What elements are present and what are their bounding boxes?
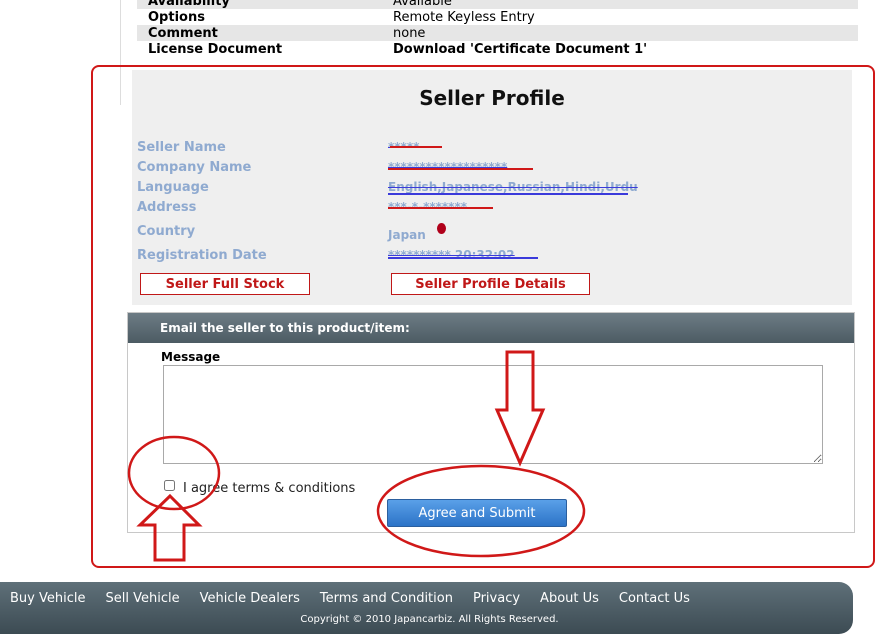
footer-nav: Buy Vehicle Sell Vehicle Vehicle Dealers… [0,591,700,606]
vehicle-spec-table: Availability Available Options Remote Ke… [137,0,858,57]
email-form-header: Email the seller to this product/item: [128,313,854,343]
email-seller-form: Email the seller to this product/item: M… [127,312,855,533]
spec-row-availability: Availability Available [137,0,858,9]
footer-link-terms[interactable]: Terms and Condition [320,591,453,606]
seller-full-stock-button[interactable]: Seller Full Stock [140,273,310,295]
agree-and-submit-button[interactable]: Agree and Submit [387,499,567,527]
footer-link-contact-us[interactable]: Contact Us [619,591,690,606]
seller-profile-details-button[interactable]: Seller Profile Details [391,273,590,295]
left-divider [120,0,121,105]
footer-link-privacy[interactable]: Privacy [473,591,520,606]
registration-date-value: ********** 20:32:02 [388,248,515,262]
footer-link-buy-vehicle[interactable]: Buy Vehicle [10,591,85,606]
spec-row-options: Options Remote Keyless Entry [137,9,858,25]
redaction-mark [388,257,538,259]
spec-row-comment: Comment none [137,25,858,41]
redaction-mark [390,146,442,148]
spec-row-license: License Document Download 'Certificate D… [137,41,858,57]
japan-flag-icon [437,223,446,234]
company-name-label: Company Name [137,160,252,175]
footer-link-sell-vehicle[interactable]: Sell Vehicle [105,591,179,606]
spec-label: Availability [148,0,230,9]
agree-terms-label[interactable]: I agree terms & conditions [183,481,355,496]
site-footer: Buy Vehicle Sell Vehicle Vehicle Dealers… [0,582,853,634]
redaction-mark [388,193,628,195]
seller-name-label: Seller Name [137,140,226,155]
spec-label: Options [148,9,205,25]
country-label: Country [137,224,196,239]
redaction-mark [388,207,493,209]
copyright-text: Copyright © 2010 Japancarbiz. All Rights… [300,614,559,625]
spec-label: License Document [148,41,283,57]
company-name-value: ******************* [388,160,508,174]
redaction-mark [388,168,533,170]
language-label: Language [137,180,209,195]
footer-link-about-us[interactable]: About Us [540,591,599,606]
spec-value: Available [393,0,452,9]
country-value: Japan [388,228,426,242]
seller-profile-panel: Seller Profile Seller Name ***** Company… [132,70,852,305]
download-certificate-link[interactable]: Download 'Certificate Document 1' [393,42,858,57]
seller-profile-title: Seller Profile [419,86,565,110]
spec-label: Comment [148,25,218,41]
spec-value: none [393,25,426,41]
address-label: Address [137,200,197,215]
language-value: English,Japanese,Russian,Hindi,Urdu [388,180,638,194]
message-label: Message [161,350,221,364]
footer-link-vehicle-dealers[interactable]: Vehicle Dealers [200,591,300,606]
message-textarea[interactable] [163,365,823,464]
agree-terms-checkbox[interactable] [164,480,175,491]
spec-value: Remote Keyless Entry [393,9,535,25]
registration-date-label: Registration Date [137,248,267,263]
